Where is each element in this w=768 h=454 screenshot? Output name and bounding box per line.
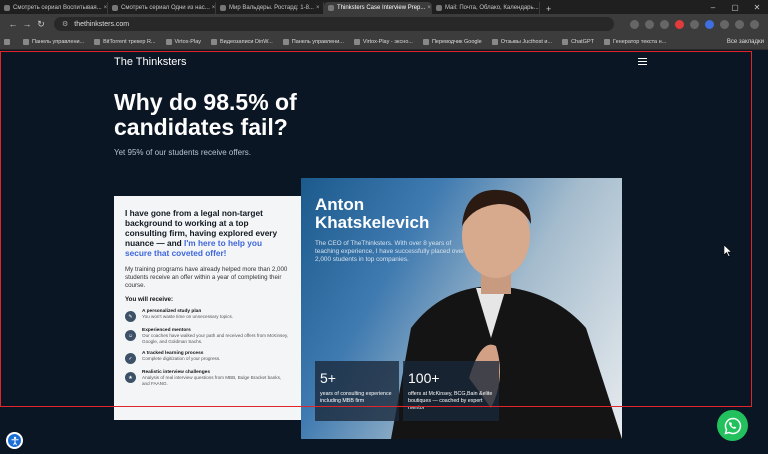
all-bookmarks[interactable]: Все закладки (727, 39, 764, 45)
feature-item: ☺ Experienced mentors Our coaches have wa… (125, 328, 290, 345)
menu-dots-icon[interactable] (750, 19, 759, 29)
tab-label: Смотреть сериал Одни из нас... (121, 5, 210, 11)
stat-card: 5+ years of consulting experience includ… (315, 361, 399, 421)
eye-icon[interactable] (645, 19, 654, 29)
url-input[interactable]: ⚙ thethinksters.com (54, 17, 614, 31)
tab-4[interactable]: Mail: Почта, Облако, Календарь...× (432, 2, 540, 14)
bookmark-item[interactable]: Отзывы Jucthost и... (491, 38, 552, 45)
close-tab-icon[interactable]: × (102, 5, 107, 11)
tab-favicon-icon (436, 5, 442, 11)
star-icon[interactable] (660, 19, 669, 29)
bookmark-item[interactable]: Генератор текста н... (604, 38, 666, 45)
tab-label: Мир Вальдеры. Ростард: 1-8... (229, 5, 314, 11)
card-lead: I have gone from a legal non-target back… (125, 208, 278, 258)
hero-banner: Anton Khatskelevich The CEO of TheThinkst… (301, 178, 622, 439)
bookmarks-bar: Панель управлени... BitTorrent трекер R.… (0, 34, 768, 50)
stat-card: 100+ offers at McKinsey, BCG,Bain &elite… (403, 361, 499, 421)
window-controls: – ▢ ✕ (702, 0, 768, 14)
tab-bar: Смотреть сериал Воспитывая... × Смотреть … (0, 0, 768, 14)
close-tab-icon[interactable]: × (425, 5, 431, 11)
site-logo[interactable]: The Thinksters (114, 56, 187, 68)
translate-icon[interactable] (630, 19, 639, 29)
address-bar: ← → ↻ ⚙ thethinksters.com (0, 14, 768, 34)
extension-icon[interactable] (690, 19, 699, 29)
mentors-icon: ☺ (125, 330, 136, 341)
stat-number: 100+ (408, 370, 440, 386)
tab-1[interactable]: Смотреть сериал Одни из нас... × (108, 2, 216, 14)
bookmark-item[interactable]: Панель управлени... (23, 38, 84, 45)
bookmark-item[interactable]: BitTorrent трекер R... (94, 38, 156, 45)
tab-favicon-icon (328, 5, 334, 11)
bookmark-item[interactable]: Переводчик Google (422, 38, 482, 45)
tab-0[interactable]: Смотреть сериал Воспитывая... × (0, 2, 108, 14)
url-text: thethinksters.com (74, 20, 130, 28)
bookmark-item[interactable]: Панель управлени... (282, 38, 344, 45)
page-subtitle: Yet 95% of our students receive offers. (114, 148, 251, 157)
stat-label: years of consulting experience including… (320, 391, 392, 404)
accessibility-icon[interactable] (6, 432, 23, 449)
bookmark-item[interactable]: ChatGPT (562, 38, 594, 45)
tab-label: Смотреть сериал Воспитывая... (13, 5, 102, 11)
tab-3-active[interactable]: Thinksters Case Interview Prep... × (324, 2, 432, 14)
feature-item: ★ Realistic interview challenges Analysis… (125, 370, 290, 387)
pinterest-icon[interactable] (675, 19, 684, 29)
tab-label: Thinksters Case Interview Prep... (337, 5, 426, 11)
mouse-cursor-icon (724, 245, 732, 257)
vk-icon[interactable] (705, 19, 714, 29)
stat-number: 5+ (320, 370, 336, 386)
back-icon[interactable]: ← (6, 19, 20, 29)
challenges-icon: ★ (125, 372, 136, 383)
maximize-icon[interactable]: ▢ (724, 3, 746, 12)
bookmark-item[interactable]: Virtox-Play (165, 38, 201, 45)
minimize-icon[interactable]: – (702, 3, 724, 12)
close-window-icon[interactable]: ✕ (746, 3, 768, 12)
extensions-area (627, 19, 762, 29)
hamburger-menu-icon[interactable] (638, 58, 647, 65)
study-plan-icon: ✎ (125, 311, 136, 322)
card-paragraph: My training programs have already helped… (125, 266, 288, 289)
bookmark-item[interactable]: Видеозаписи DinW... (211, 38, 273, 45)
feature-item: ✎ A personalized study plan You won't was… (125, 309, 290, 322)
info-card: I have gone from a legal non-target back… (114, 196, 301, 420)
forward-icon[interactable]: → (20, 19, 34, 29)
stat-label: offers at McKinsey, BCG,Bain &elite bout… (408, 391, 493, 411)
whatsapp-icon[interactable] (717, 410, 748, 441)
tab-favicon-icon (4, 5, 10, 11)
receive-heading: You will receive: (125, 296, 174, 303)
close-tab-icon[interactable]: × (314, 5, 320, 11)
tab-favicon-icon (112, 5, 118, 11)
bookmark-item[interactable]: Virtox-Play - эксно... (353, 38, 413, 45)
puzzle-icon[interactable] (720, 19, 729, 29)
tab-label: Mail: Почта, Облако, Календарь... (445, 5, 539, 11)
tracking-icon: ✓ (125, 353, 136, 364)
tab-2[interactable]: Мир Вальдеры. Ростард: 1-8... × (216, 2, 324, 14)
tab-favicon-icon (220, 5, 226, 11)
founder-description: The CEO of TheThinksters. With over 8 ye… (315, 240, 465, 263)
feature-item: ✓ A tracked learning process Complete dig… (125, 351, 290, 364)
profile-avatar-icon[interactable] (735, 19, 744, 29)
reload-icon[interactable]: ↻ (34, 19, 48, 30)
founder-name: Anton Khatskelevich (315, 195, 430, 232)
site-info-icon[interactable]: ⚙ (62, 20, 68, 28)
page-title: Why do 98.5% of candidates fail? (114, 89, 297, 140)
new-tab-icon[interactable]: + (540, 4, 557, 14)
close-tab-icon[interactable]: × (210, 5, 215, 11)
bookmark-apps-icon[interactable] (4, 38, 13, 45)
